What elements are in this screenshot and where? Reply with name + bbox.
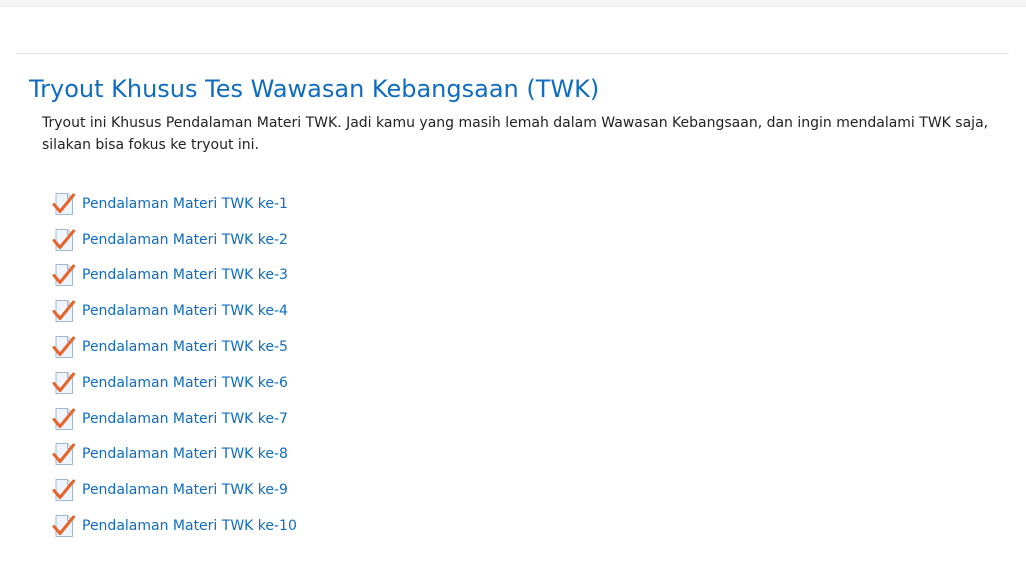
activity-link-6[interactable]: Pendalaman Materi TWK ke-6 [82, 375, 288, 391]
activity-item: Pendalaman Materi TWK ke-9 [52, 472, 297, 508]
activity-item: Pendalaman Materi TWK ke-3 [52, 258, 297, 294]
quiz-checkmark-icon [52, 228, 75, 251]
activity-item: Pendalaman Materi TWK ke-8 [52, 437, 297, 473]
activity-item: Pendalaman Materi TWK ke-10 [52, 508, 297, 544]
quiz-checkmark-icon [52, 264, 75, 287]
quiz-checkmark-icon [52, 443, 75, 466]
activity-link-5[interactable]: Pendalaman Materi TWK ke-5 [82, 339, 288, 355]
activity-link-8[interactable]: Pendalaman Materi TWK ke-8 [82, 446, 288, 462]
quiz-checkmark-icon [52, 407, 75, 430]
activity-item: Pendalaman Materi TWK ke-5 [52, 329, 297, 365]
activity-link-7[interactable]: Pendalaman Materi TWK ke-7 [82, 411, 288, 427]
activity-item: Pendalaman Materi TWK ke-2 [52, 222, 297, 258]
activity-link-1[interactable]: Pendalaman Materi TWK ke-1 [82, 196, 288, 212]
quiz-checkmark-icon [52, 371, 75, 394]
activity-link-2[interactable]: Pendalaman Materi TWK ke-2 [82, 232, 288, 248]
quiz-checkmark-icon [52, 300, 75, 323]
activity-item: Pendalaman Materi TWK ke-7 [52, 401, 297, 437]
activity-item: Pendalaman Materi TWK ke-1 [52, 186, 297, 222]
activity-link-4[interactable]: Pendalaman Materi TWK ke-4 [82, 303, 288, 319]
top-page-strip [0, 0, 1026, 7]
activity-link-3[interactable]: Pendalaman Materi TWK ke-3 [82, 267, 288, 283]
section-divider [17, 53, 1009, 54]
section-summary: Tryout ini Khusus Pendalaman Materi TWK.… [42, 115, 989, 153]
quiz-checkmark-icon [52, 515, 75, 538]
activity-item: Pendalaman Materi TWK ke-4 [52, 293, 297, 329]
activity-link-10[interactable]: Pendalaman Materi TWK ke-10 [82, 518, 297, 534]
activity-link-9[interactable]: Pendalaman Materi TWK ke-9 [82, 482, 288, 498]
activity-item: Pendalaman Materi TWK ke-6 [52, 365, 297, 401]
quiz-checkmark-icon [52, 192, 75, 215]
section-title: Tryout Khusus Tes Wawasan Kebangsaan (TW… [29, 75, 600, 103]
activity-list: Pendalaman Materi TWK ke-1 Pendalaman Ma… [52, 186, 297, 544]
quiz-checkmark-icon [52, 336, 75, 359]
quiz-checkmark-icon [52, 479, 75, 502]
